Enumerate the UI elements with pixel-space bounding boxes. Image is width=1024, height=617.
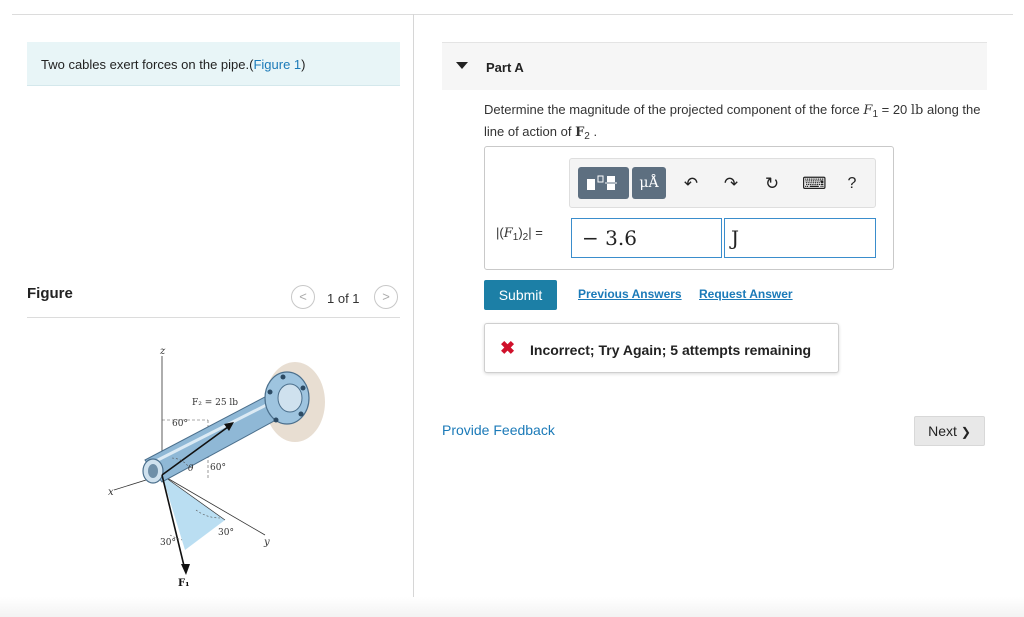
help-icon[interactable]: ? [841, 173, 863, 195]
question-text: Determine the magnitude of the projected… [484, 102, 981, 142]
pipe-figure: z x y F₂ = 25 lb 60° θ 60° 30° 30° F₁ [108, 346, 325, 589]
z-axis-label: z [159, 346, 166, 357]
answer-area: μÅ ↶ ↷ ↻ ⌨ ? |(F1)2| = − 3.6 J [484, 146, 894, 270]
part-a-header[interactable]: Part A [442, 42, 987, 90]
feedback-message: ✖ Incorrect; Try Again; 5 attempts remai… [484, 323, 839, 373]
redo-icon[interactable]: ↷ [720, 173, 742, 195]
units-button[interactable]: μÅ [632, 167, 666, 199]
next-label: Next [928, 423, 957, 439]
part-title: Part A [486, 60, 524, 75]
top-divider [12, 14, 1013, 15]
theta-label: θ [188, 464, 194, 474]
intro-text: Two cables exert forces on the pipe.( [41, 57, 254, 72]
x-axis-label: x [108, 487, 114, 498]
intro-close: ) [301, 57, 306, 72]
previous-answers-link[interactable]: Previous Answers [578, 287, 682, 301]
undo-icon[interactable]: ↶ [680, 173, 702, 195]
answer-label: |(F1)2| = [496, 225, 543, 243]
bottom-fade [0, 597, 1024, 617]
f2-label: F₂ = 25 lb [192, 398, 238, 408]
angle-60-mid: 60° [210, 463, 226, 473]
feedback-text: Incorrect; Try Again; 5 attempts remaini… [530, 342, 812, 358]
collapse-caret-icon[interactable] [456, 62, 468, 69]
column-divider [413, 14, 414, 617]
figure-header: Figure < 1 of 1 > [27, 283, 400, 318]
request-answer-link[interactable]: Request Answer [699, 287, 793, 301]
angle-60-top: 60° [172, 419, 188, 429]
figure-next-button[interactable]: > [374, 285, 398, 309]
submit-button[interactable]: Submit [484, 280, 557, 310]
figure-title: Figure [27, 285, 73, 302]
keyboard-icon[interactable]: ⌨ [802, 173, 827, 195]
math-toolbar: μÅ ↶ ↷ ↻ ⌨ ? [569, 158, 876, 208]
answer-unit-field[interactable]: J [724, 218, 876, 258]
chevron-right-icon: ❯ [960, 425, 971, 439]
figure-link[interactable]: Figure 1 [253, 57, 301, 72]
provide-feedback-link[interactable]: Provide Feedback [442, 422, 555, 438]
angle-30-left: 30° [160, 538, 176, 548]
problem-intro: Two cables exert forces on the pipe.(Fig… [27, 42, 400, 86]
reset-icon[interactable]: ↻ [761, 173, 783, 195]
figure-pager: 1 of 1 [327, 291, 360, 306]
incorrect-icon: ✖ [500, 338, 516, 358]
templates-button[interactable] [578, 167, 629, 199]
figure-prev-button[interactable]: < [291, 285, 315, 309]
y-axis-label: y [263, 537, 270, 548]
templates-icon [587, 175, 617, 190]
next-button[interactable]: Next ❯ [914, 416, 985, 446]
f1-label: F₁ [178, 578, 189, 589]
answer-value-field[interactable]: − 3.6 [571, 218, 722, 258]
angle-30-right: 30° [218, 528, 234, 538]
